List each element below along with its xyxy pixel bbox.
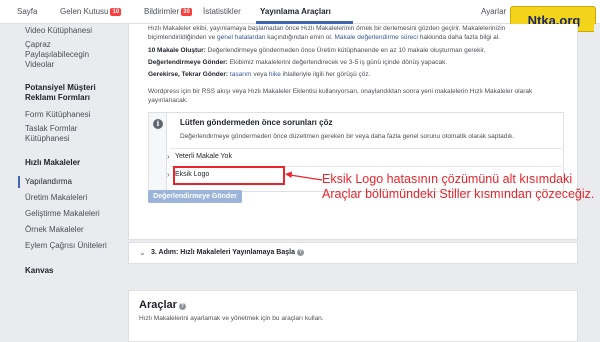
sidebar-item-yapilandirma[interactable]: Yapılandırma: [25, 177, 109, 187]
help-icon[interactable]: ?: [178, 303, 186, 310]
info-icon: i: [153, 119, 163, 129]
sidebar-item-eylem-cagrisi[interactable]: Eylem Çağrısı Üniteleri: [25, 241, 109, 251]
tab-gelen-kutusu[interactable]: Gelen Kutusu 10: [60, 7, 122, 16]
requirement-submit: Değerlendirmeye Gönder: Ekibimiz makalel…: [148, 59, 448, 66]
issue-row-yeterli-makale[interactable]: › Yeterli Makale Yok: [167, 148, 562, 165]
sidebar-section-hizli-makaleler: Hızlı Makaleler: [25, 158, 81, 167]
tab-yayinlama-araclari[interactable]: Yayınlama Araçları: [260, 7, 331, 16]
genel-hatalar-link[interactable]: genel hatalardan: [217, 34, 265, 41]
hike-link[interactable]: hike: [269, 71, 281, 78]
sidebar-selected-indicator: [18, 176, 20, 188]
submit-review-button[interactable]: Değerlendirmeye Gönder: [148, 190, 242, 203]
tools-card: Araçlar? Hızlı Makalelerini ayarlamak ve…: [128, 290, 578, 342]
tab-bildirimler[interactable]: Bildirimler 30: [144, 7, 192, 16]
issues-title: Lütfen göndermeden önce sorunları çöz: [180, 118, 333, 127]
tab-sayfa[interactable]: Sayfa: [17, 7, 37, 16]
chevron-down-icon: ⌄: [139, 248, 146, 257]
sidebar-section-kanvas[interactable]: Kanvas: [25, 266, 109, 276]
sidebar-item-form-kutuphanesi[interactable]: Form Kütüphanesi: [25, 110, 109, 120]
sidebar-item-taslak-formlar[interactable]: Taslak Formlar Kütüphanesi: [25, 124, 109, 144]
annotation-highlight-box: [173, 166, 285, 185]
tab-ayarlar[interactable]: Ayarlar: [481, 7, 506, 16]
annotation-text: Eksik Logo hatasının çözümünü alt kısımd…: [322, 172, 595, 201]
tools-title: Araçlar?: [139, 299, 186, 311]
sidebar-item-gelistirme-makaleleri[interactable]: Geliştirme Makaleleri: [25, 209, 109, 219]
annotation-arrow: [285, 171, 323, 181]
issues-description: Değerlendirmeye göndermeden önce düzeltm…: [180, 133, 515, 140]
intro-text-line1: Hızlı Makaleler ekibi, yayınlamaya başla…: [148, 25, 506, 32]
tasarim-link[interactable]: tasarım: [230, 71, 252, 78]
intro-text-line2: biçimlendirildiğinden ve genel hatalarda…: [148, 34, 500, 41]
sidebar-item-capraz-paylasilabilecek[interactable]: Çapraz Paylaşılabilecegin Videolar: [25, 40, 109, 70]
tools-description: Hızlı Makalelerini ayarlamak ve yönetmek…: [139, 315, 324, 322]
chevron-right-icon: ›: [167, 170, 170, 179]
chevron-right-icon: ›: [167, 152, 170, 161]
inbox-badge: 10: [110, 8, 122, 16]
rss-text-line1: Wordpress için bir RSS akışı veya Hızlı …: [148, 88, 533, 95]
step3-header[interactable]: ⌄ 3. Adım: Hızlı Makaleleri Yayınlamaya …: [128, 242, 578, 264]
requirement-resubmit: Gerekirse, Tekrar Gönder: tasarım veya h…: [148, 71, 371, 78]
sidebar-item-uretim-makaleleri[interactable]: Üretim Makaleleri: [25, 193, 109, 203]
step3-title: 3. Adım: Hızlı Makaleleri Yayınlamaya Ba…: [151, 249, 304, 256]
rss-text-line2: yayınlanacak.: [148, 97, 188, 104]
help-icon[interactable]: ?: [296, 249, 304, 256]
degerlendirme-sureci-link[interactable]: Makale değerlendirme süreci: [334, 34, 417, 41]
sidebar-section-potansiyel-musteri: Potansiyel Müşteri Reklamı Formları: [25, 83, 96, 102]
requirement-create: 10 Makale Oluştur: Değerlendirmeye gönde…: [148, 47, 486, 54]
sidebar-item-ornek-makaleler[interactable]: Örnek Makaleler: [25, 225, 109, 235]
sidebar-item-video-kutuphanesi[interactable]: Video Kütüphanesi: [25, 26, 109, 36]
tab-istatistikler[interactable]: İstatistikler: [203, 7, 241, 16]
notifications-badge: 30: [181, 8, 192, 16]
